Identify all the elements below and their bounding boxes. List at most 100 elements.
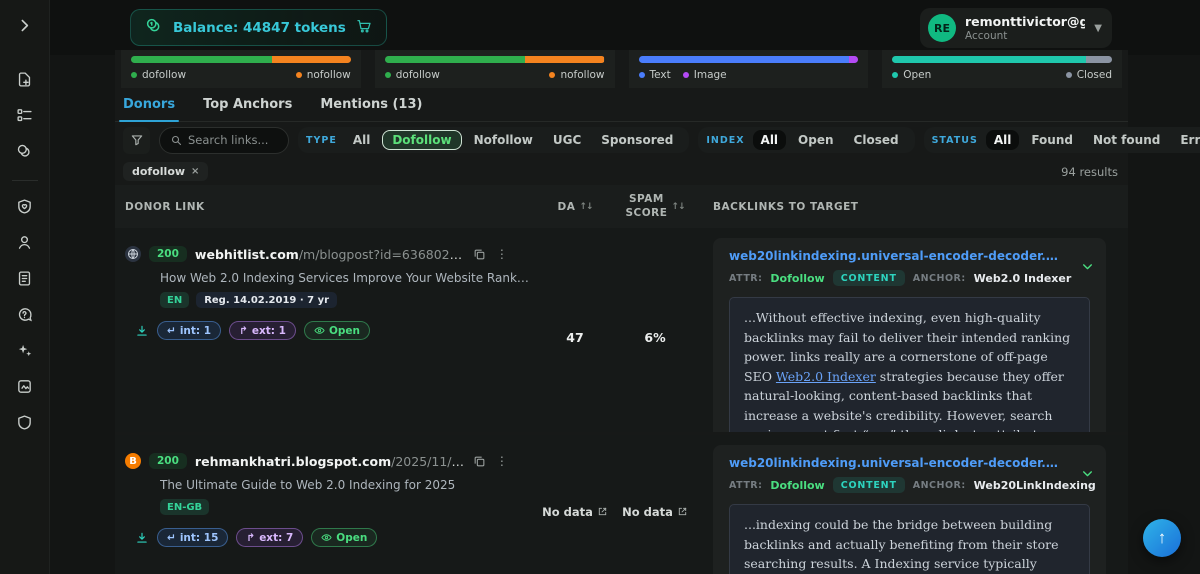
account-menu[interactable]: RE remonttivictor@gmai... Account ▼	[920, 8, 1112, 48]
bar-segment	[385, 56, 526, 63]
status-option-error[interactable]: Error	[1172, 130, 1200, 150]
chevron-down-icon: ▼	[1094, 23, 1102, 34]
balance-button[interactable]: Balance: 44847 tokens	[130, 9, 387, 46]
filter-group-label: INDEX	[706, 135, 744, 146]
sort-da-icon[interactable]: ↑↓	[579, 202, 592, 212]
internal-links-pill[interactable]: ↵int: 1	[157, 321, 221, 340]
backlink-url[interactable]: web20linkindexing.universal-encoder-deco…	[729, 456, 1090, 470]
bar-segment	[892, 56, 1085, 63]
bar-segment	[525, 56, 604, 63]
image-icon[interactable]	[10, 371, 40, 401]
anchor-value: Web20LinkIndexing	[974, 479, 1096, 492]
tab-bar: Donors Top Anchors Mentions (13)	[115, 88, 1128, 122]
main-panel: dofollow nofollow dofollow nofollow Text…	[115, 50, 1128, 574]
row-menu-icon[interactable]: ⋮	[494, 247, 510, 261]
user-icon[interactable]	[10, 227, 40, 257]
search-input-wrap	[159, 127, 289, 154]
donor-url[interactable]: rehmankhatri.blogspot.com/2025/11/the-ul…	[195, 454, 465, 469]
file-plus-icon[interactable]	[10, 64, 40, 94]
up-right-arrow-icon: ↱	[246, 532, 255, 544]
copy-icon[interactable]	[473, 455, 486, 468]
row-menu-icon[interactable]: ⋮	[494, 454, 510, 468]
index-open-pill[interactable]: Open	[311, 528, 377, 547]
scroll-to-top-button[interactable]: ↑	[1143, 519, 1181, 557]
chevron-down-icon[interactable]	[1081, 465, 1094, 484]
type-option-all[interactable]: All	[345, 130, 379, 150]
tab-top-anchors[interactable]: Top Anchors	[203, 88, 292, 121]
legend-dofollow: dofollow	[131, 69, 186, 81]
results-count: 94 results	[1061, 165, 1118, 179]
topbar: Balance: 44847 tokens RE remonttivictor@…	[50, 0, 1200, 55]
bar-segment	[131, 56, 272, 63]
tab-mentions[interactable]: Mentions (13)	[320, 88, 422, 121]
status-option-not-found[interactable]: Not found	[1085, 130, 1168, 150]
type-option-dofollow[interactable]: Dofollow	[382, 130, 461, 150]
search-input[interactable]	[188, 133, 278, 147]
spam-no-data[interactable]: No data	[622, 505, 688, 519]
status-badge: 200	[149, 246, 187, 262]
anchor-label: ANCHOR:	[913, 480, 966, 491]
index-option-all[interactable]: All	[753, 130, 787, 150]
avatar: RE	[928, 14, 956, 42]
coins-icon[interactable]	[10, 136, 40, 166]
chevron-down-icon[interactable]	[1081, 258, 1094, 277]
backlink-context-quote: ...indexing could be the bridge between …	[729, 504, 1090, 574]
type-option-ugc[interactable]: UGC	[545, 130, 589, 150]
shield-heart-icon[interactable]	[10, 191, 40, 221]
copy-icon[interactable]	[473, 248, 486, 261]
up-right-arrow-icon: ↱	[239, 325, 248, 337]
search-icon	[170, 134, 182, 146]
legend-image: Image	[683, 69, 727, 81]
donor-cell: 200 webhitlist.com/m/blogpost?id=6368021…	[115, 228, 540, 432]
chip-bar: dofollow × 94 results	[115, 158, 1128, 185]
index-option-open[interactable]: Open	[790, 130, 841, 150]
checklist-icon[interactable]	[10, 100, 40, 130]
funnel-icon[interactable]	[123, 127, 150, 154]
tab-donors[interactable]: Donors	[123, 88, 175, 121]
download-icon[interactable]	[135, 531, 149, 545]
expand-chevron-icon[interactable]	[10, 10, 40, 40]
stat-card-attribute-1: dofollow nofollow	[121, 50, 361, 88]
anchor-link[interactable]: Web2.0 Indexer	[776, 369, 876, 384]
filter-group-status: STATUS All Found Not found Error	[924, 127, 1200, 153]
external-link-icon	[597, 506, 608, 517]
bar-segment	[1086, 56, 1112, 63]
index-option-closed[interactable]: Closed	[846, 130, 907, 150]
download-icon[interactable]	[135, 324, 149, 338]
legend-nofollow: nofollow	[549, 69, 604, 81]
type-option-nofollow[interactable]: Nofollow	[466, 130, 541, 150]
close-icon[interactable]: ×	[191, 166, 199, 177]
internal-links-pill[interactable]: ↵int: 15	[157, 528, 228, 547]
sparkles-icon[interactable]	[10, 335, 40, 365]
return-arrow-icon: ↵	[167, 325, 176, 337]
attr-value: Dofollow	[770, 272, 824, 285]
table-row: B 200 rehmankhatri.blogspot.com/2025/11/…	[115, 435, 1128, 574]
stat-card-index: Open Closed	[882, 50, 1122, 88]
bar-segment	[272, 56, 351, 63]
legend-open: Open	[892, 69, 931, 81]
sort-spam-icon[interactable]: ↑↓	[671, 202, 684, 212]
stat-card-attribute-2: dofollow nofollow	[375, 50, 615, 88]
language-badge: EN	[160, 292, 189, 308]
header-donor-link: DONOR LINK	[115, 201, 540, 213]
attr-label: ATTR:	[729, 480, 762, 491]
active-filter-chip[interactable]: dofollow ×	[123, 162, 208, 181]
index-open-pill[interactable]: Open	[304, 321, 370, 340]
filter-group-type: TYPE All Dofollow Nofollow UGC Sponsored	[298, 127, 689, 153]
status-option-all[interactable]: All	[986, 130, 1020, 150]
external-links-pill[interactable]: ↱ext: 7	[236, 528, 303, 547]
registration-badge: Reg. 14.02.2019 · 7 yr	[196, 292, 337, 308]
da-no-data[interactable]: No data	[542, 505, 608, 519]
table-row: 200 webhitlist.com/m/blogpost?id=6368021…	[115, 228, 1128, 432]
backlink-url[interactable]: web20linkindexing.universal-encoder-deco…	[729, 249, 1090, 263]
document-icon[interactable]	[10, 263, 40, 293]
help-chat-icon[interactable]	[10, 299, 40, 329]
external-links-pill[interactable]: ↱ext: 1	[229, 321, 296, 340]
anchor-value: Web2.0 Indexer	[974, 272, 1072, 285]
type-option-sponsored[interactable]: Sponsored	[593, 130, 681, 150]
donor-url[interactable]: webhitlist.com/m/blogpost?id=6368021%3AB…	[195, 247, 465, 262]
status-option-found[interactable]: Found	[1023, 130, 1081, 150]
cart-icon[interactable]	[356, 18, 372, 38]
page-title: How Web 2.0 Indexing Services Improve Yo…	[160, 271, 530, 285]
shield-icon[interactable]	[10, 407, 40, 437]
